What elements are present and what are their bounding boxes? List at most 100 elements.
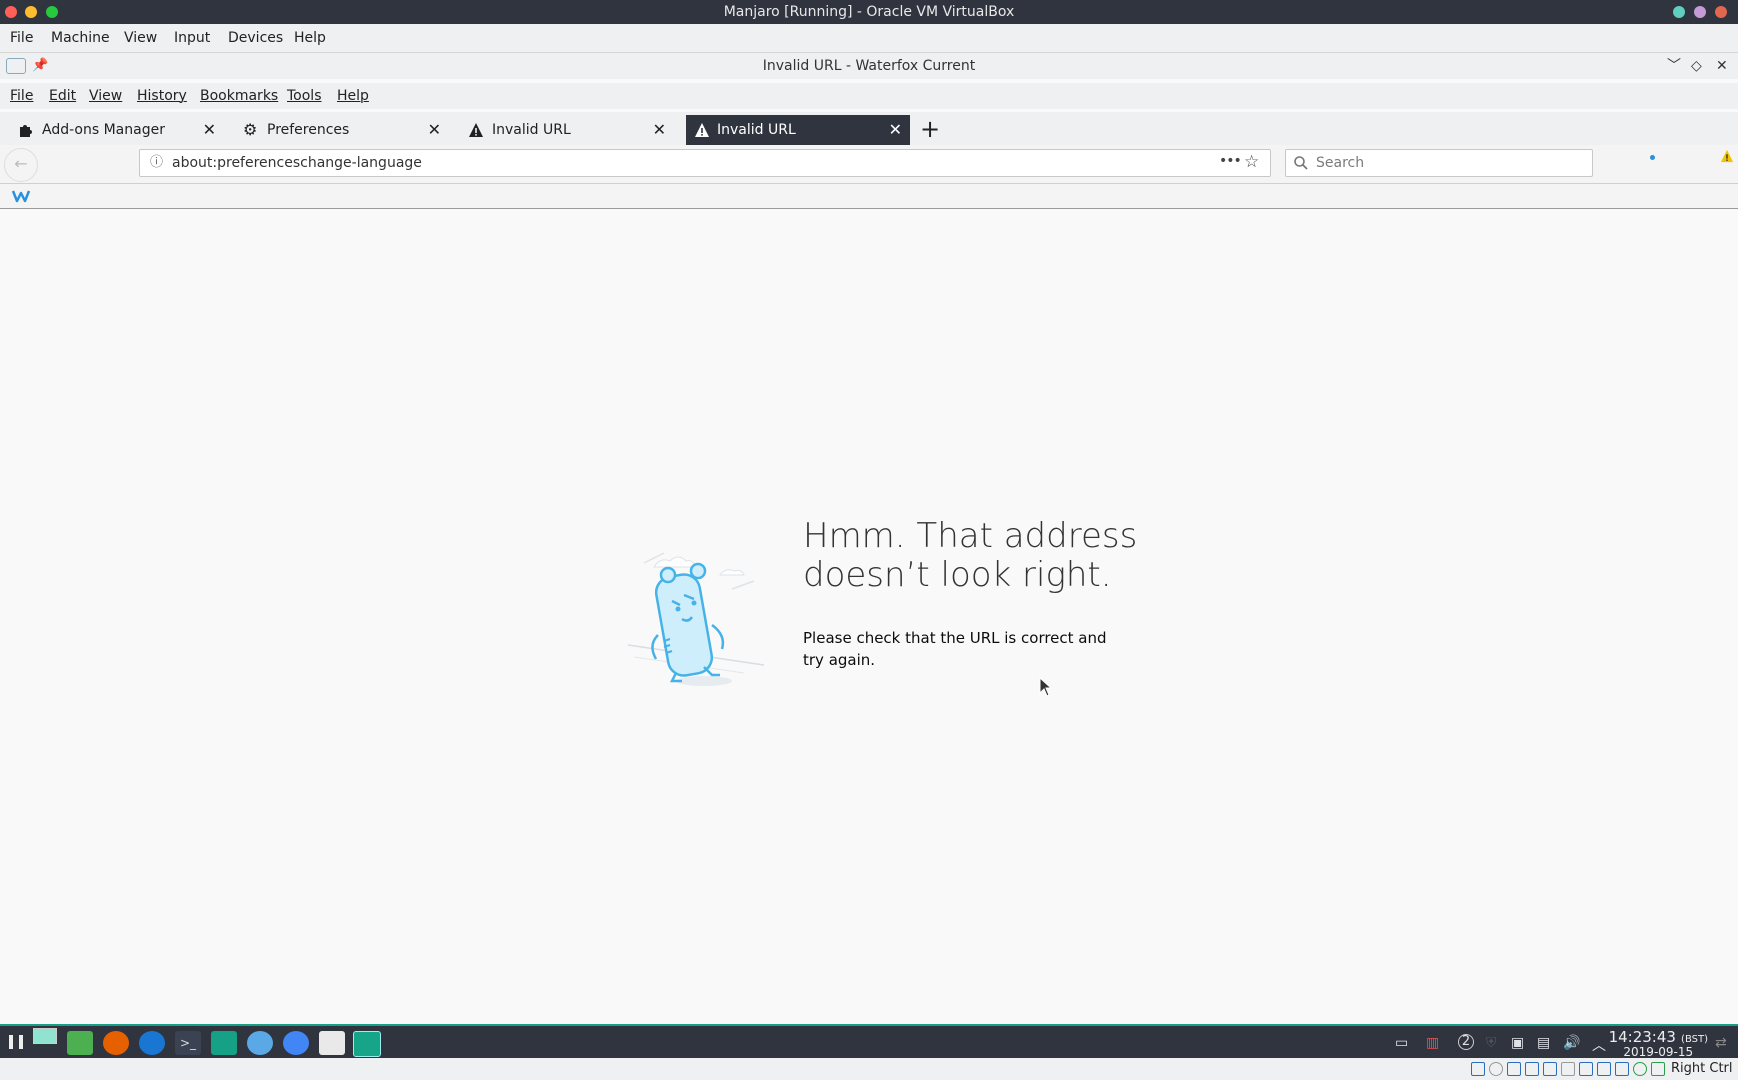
error-description: Please check that the URL is correct and… [803,629,1107,669]
steam-icon[interactable] [247,1031,273,1055]
pin-icon[interactable]: 📌 [32,53,48,79]
lost-mascot-illustration [627,552,765,686]
tab-addons-manager[interactable]: Add-ons Manager ✕ [0,115,224,145]
updates-badge[interactable]: 2 [1458,1034,1474,1050]
page-actions-icon[interactable]: ••• [1219,148,1242,174]
chromium-icon[interactable] [283,1031,309,1055]
system-monitor-icon[interactable] [211,1031,237,1055]
new-tab-icon[interactable]: + [920,114,940,144]
error-title-line-1: Hmm. That address [803,516,1138,556]
tab-invalid-url[interactable]: Invalid URL ✕ [450,115,674,145]
warning-icon [695,123,709,137]
menu-edit[interactable]: Edit [49,88,76,104]
tab-close-icon[interactable]: ✕ [428,115,441,145]
host-key-label: Right Ctrl [1671,1061,1733,1076]
shield-tray-icon[interactable]: ⛨ [1486,1035,1497,1051]
gear-icon: ⚙ [243,120,258,139]
close-icon[interactable]: ✕ [1716,53,1728,79]
screen-tray-icon[interactable]: ▭ [1395,1035,1408,1051]
thunderbird-icon[interactable] [139,1031,165,1055]
tab-label: Invalid URL [492,122,571,138]
url-input[interactable]: about:preferenceschange-language [172,150,422,176]
minimize-icon[interactable]: ﹀ [1667,53,1681,79]
window-shade-button[interactable] [1673,6,1685,18]
mouse-cursor-icon [1039,677,1053,697]
vt-x-status-icon[interactable] [1615,1062,1629,1076]
close-window-button[interactable] [5,6,17,18]
optical-drive-status-icon[interactable] [1489,1062,1503,1076]
vbox-menu-view[interactable]: View [124,30,157,46]
tab-label: Add-ons Manager [42,122,165,138]
recording-status-icon[interactable] [1597,1062,1611,1076]
app-menu-icon[interactable] [6,58,26,74]
vbox-title-bar: Manjaro [Running] - Oracle VM VirtualBox [0,0,1738,24]
browser-title-bar: 📌 Invalid URL - Waterfox Current ﹀ ◇ ✕ [0,53,1738,79]
url-bar[interactable]: ⓘ about:preferenceschange-language ••• ☆ [139,149,1271,177]
back-button[interactable]: ← [4,148,38,182]
info-icon[interactable]: ⓘ [150,150,163,176]
tab-close-icon[interactable]: ✕ [889,115,902,145]
panel-settings-icon[interactable]: ⇄ [1715,1035,1727,1051]
error-title: Hmm. That address doesn’t look right. [803,517,1323,595]
browser-window-title: Invalid URL - Waterfox Current [762,58,976,74]
waterfox-taskbar-icon[interactable] [353,1031,381,1057]
window-close-right-button[interactable] [1715,6,1727,18]
bookmarks-toolbar [0,184,1738,209]
clock-timezone: (BST) [1681,1034,1708,1045]
file-manager-icon[interactable] [67,1031,93,1055]
keyboard-capture-status-icon[interactable] [1651,1062,1665,1076]
shared-folders-status-icon[interactable] [1561,1062,1575,1076]
text-editor-icon[interactable] [319,1031,345,1055]
display-status-icon[interactable] [1579,1062,1593,1076]
volume-icon[interactable]: 🔊 [1563,1035,1580,1051]
tab-label: Preferences [267,122,350,138]
tab-preferences[interactable]: ⚙ Preferences ✕ [225,115,449,145]
application-menu-icon[interactable] [9,1035,23,1049]
vbox-window-title: Manjaro [Running] - Oracle VM VirtualBox [723,4,1015,20]
warning-icon[interactable] [1720,149,1734,163]
menu-help[interactable]: Help [337,88,369,104]
tab-label: Invalid URL [717,122,796,138]
window-keep-above-button[interactable] [1694,6,1706,18]
tab-close-icon[interactable]: ✕ [653,115,666,145]
menu-bookmarks[interactable]: Bookmarks [200,88,278,104]
menu-file[interactable]: File [10,88,33,104]
network-status-icon[interactable] [1525,1062,1539,1076]
menu-tools[interactable]: Tools [287,88,322,104]
vbox-menu-machine[interactable]: Machine [51,30,110,46]
mouse-integration-status-icon[interactable] [1633,1062,1647,1076]
vbox-menu-help[interactable]: Help [294,30,326,46]
tab-close-icon[interactable]: ✕ [203,115,216,145]
bookmark-star-icon[interactable]: ☆ [1244,149,1259,175]
maximize-window-button[interactable] [46,6,58,18]
puzzle-icon [20,125,32,137]
menu-history[interactable]: History [137,88,187,104]
clipboard-tray-icon[interactable]: ▤ [1537,1035,1550,1051]
search-bar[interactable]: Search [1285,149,1593,177]
vbox-menu-input[interactable]: Input [174,30,210,46]
desktop-pager-icon[interactable] [33,1028,57,1044]
error-title-line-2: doesn’t look right. [803,555,1112,595]
clock[interactable]: 14:23:43 (BST) 2019-09-15 [1609,1030,1708,1059]
guest-taskbar: >_ ▭ ▥ 2 ⛨ ▣ ▤ 🔊 ︿ 14:23:43 (BST) 2019-0… [0,1024,1738,1060]
maximize-icon[interactable]: ◇ [1691,53,1702,79]
chevron-up-icon[interactable]: ︿ [1592,1035,1606,1055]
hard-disk-status-icon[interactable] [1471,1062,1485,1076]
audio-status-icon[interactable] [1507,1062,1521,1076]
usb-status-icon[interactable] [1543,1062,1557,1076]
search-input[interactable]: Search [1316,150,1364,176]
vbox-menu-file[interactable]: File [10,30,33,46]
vbox-status-bar: Right Ctrl [0,1058,1738,1080]
page-content: Hmm. That address doesn’t look right. Pl… [0,209,1738,1022]
waterfox-bookmark-icon[interactable] [12,189,30,203]
tab-invalid-url-active[interactable]: Invalid URL ✕ [686,115,910,145]
firefox-icon[interactable] [103,1031,129,1055]
terminal-icon[interactable]: >_ [175,1031,201,1055]
display-tray-icon[interactable]: ▣ [1511,1035,1524,1051]
menu-view[interactable]: View [89,88,122,104]
notification-dot-icon[interactable] [1650,155,1655,160]
navigation-bar: ← ⓘ about:preferenceschange-language •••… [0,145,1738,184]
trash-tray-icon[interactable]: ▥ [1426,1035,1439,1051]
vbox-menu-devices[interactable]: Devices [228,30,283,46]
minimize-window-button[interactable] [25,6,37,18]
